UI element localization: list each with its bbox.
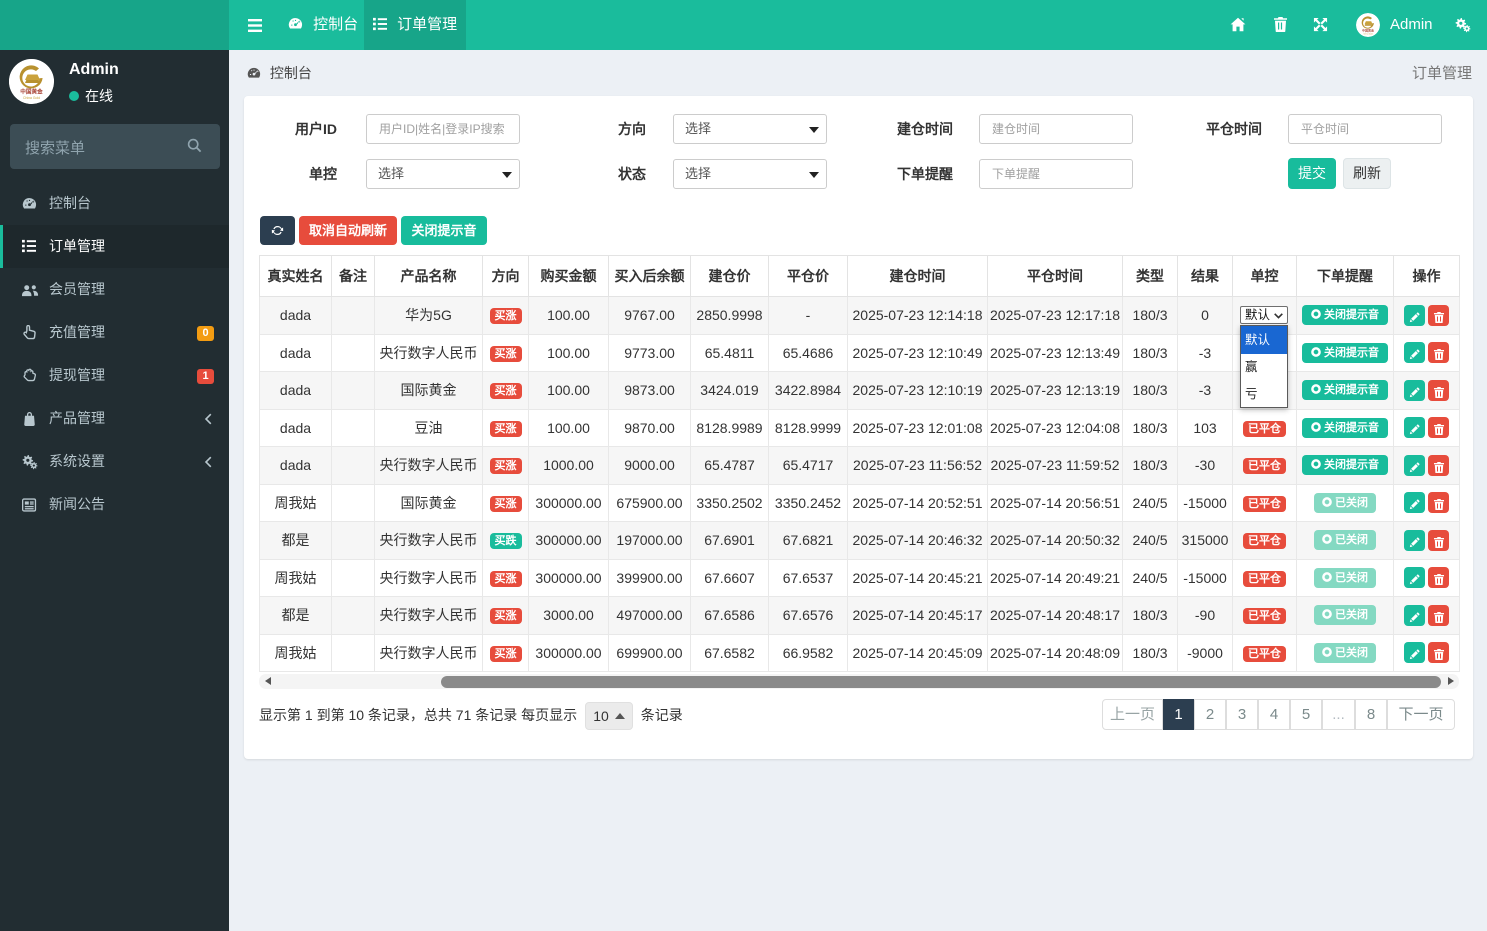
svg-text:China Gold: China Gold (1364, 33, 1373, 35)
svg-text:中国黄金: 中国黄金 (20, 88, 43, 96)
svg-text:China Gold: China Gold (23, 96, 40, 100)
svg-text:中国黄金: 中国黄金 (1362, 27, 1375, 32)
